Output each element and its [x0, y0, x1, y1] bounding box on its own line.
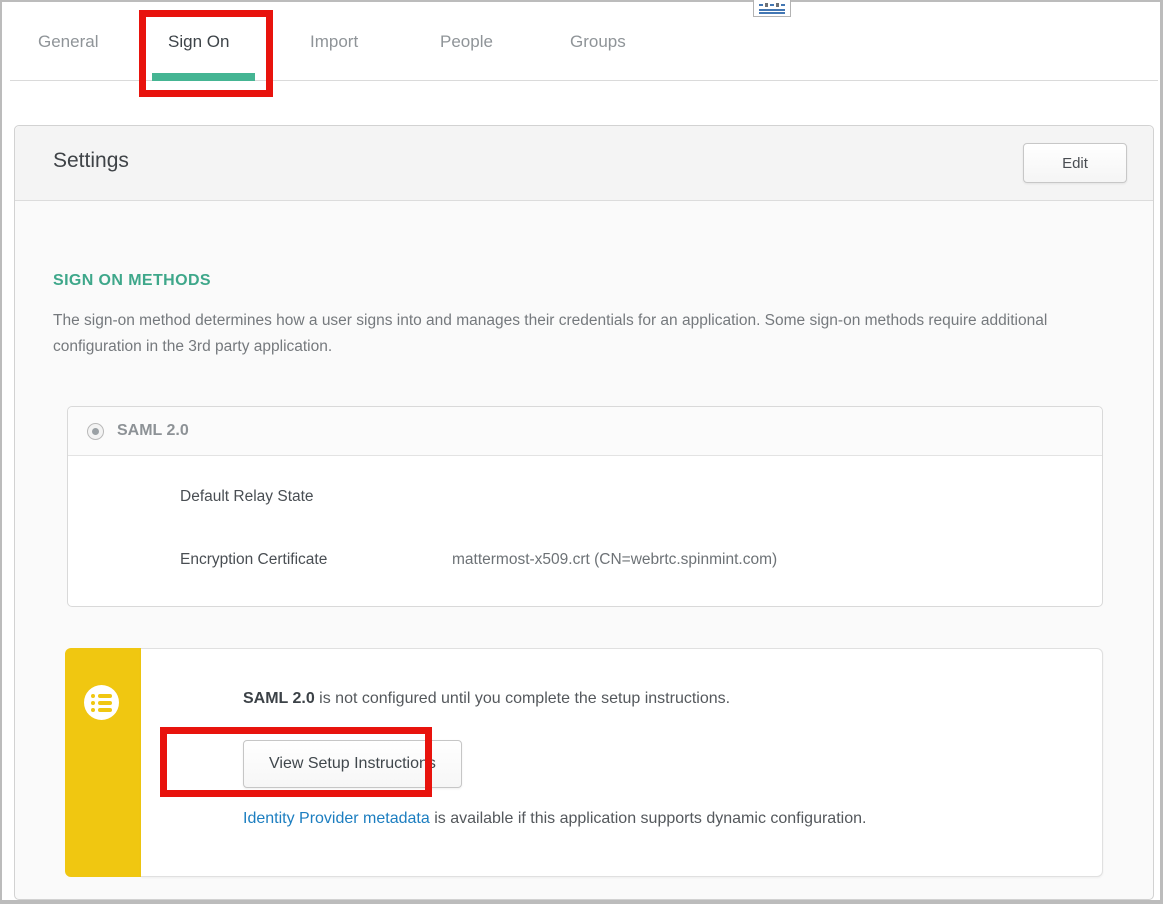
tab-general[interactable]: General — [38, 32, 98, 52]
tab-groups[interactable]: Groups — [570, 32, 626, 52]
settings-panel-header: Settings Edit — [15, 126, 1153, 201]
field-label: Encryption Certificate — [180, 551, 452, 569]
page-title: Settings — [53, 149, 129, 173]
sign-on-methods-description: The sign-on method determines how a user… — [53, 308, 1117, 360]
metadata-link-rest: is available if this application support… — [430, 810, 867, 827]
sign-on-methods-heading: SIGN ON METHODS — [53, 272, 211, 290]
metadata-link-line: Identity Provider metadata is available … — [243, 810, 866, 828]
identity-provider-metadata-link[interactable]: Identity Provider metadata — [243, 810, 430, 827]
tab-people[interactable]: People — [440, 32, 493, 52]
radio-selected-icon[interactable] — [87, 423, 104, 440]
tab-import[interactable]: Import — [310, 32, 358, 52]
saml-method-label: SAML 2.0 — [117, 422, 189, 440]
callout-message-rest: is not configured until you complete the… — [315, 690, 730, 707]
field-value: mattermost-x509.crt (CN=webrtc.spinmint.… — [452, 551, 777, 569]
field-row-encryption-certificate: Encryption Certificate mattermost-x509.c… — [180, 551, 1102, 569]
saml-method-header: SAML 2.0 — [68, 407, 1102, 456]
list-icon — [84, 685, 119, 720]
edit-button[interactable]: Edit — [1023, 143, 1127, 183]
saml-method-body: Default Relay State Encryption Certifica… — [68, 456, 1102, 606]
callout-message-bold: SAML 2.0 — [243, 690, 315, 707]
annotation-box-sign-on-tab — [139, 10, 273, 97]
embedded-doc-icon — [753, 0, 791, 17]
field-label: Default Relay State — [180, 488, 452, 506]
field-row-default-relay-state: Default Relay State — [180, 488, 1102, 506]
saml-method-box: SAML 2.0 Default Relay State Encryption … — [67, 406, 1103, 607]
callout-message: SAML 2.0 is not configured until you com… — [243, 690, 730, 708]
annotation-box-setup-button — [160, 727, 432, 797]
callout-yellow-stripe — [65, 648, 141, 877]
